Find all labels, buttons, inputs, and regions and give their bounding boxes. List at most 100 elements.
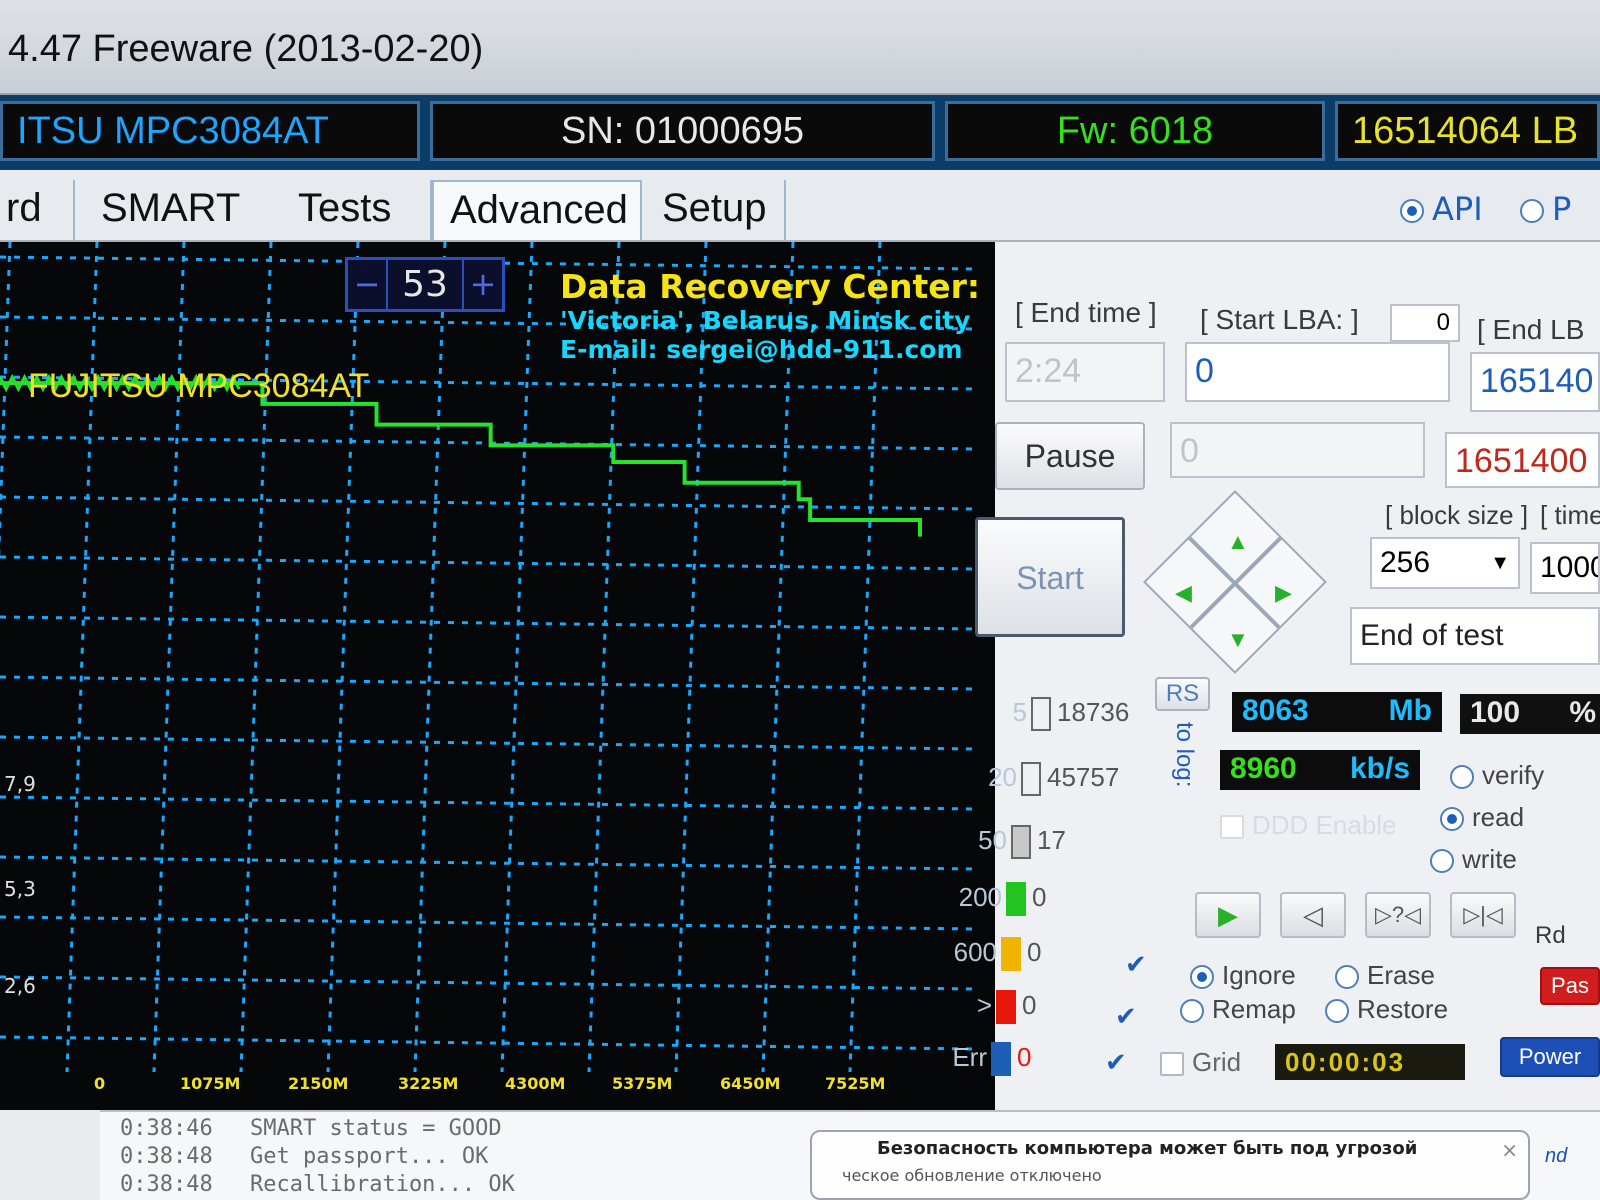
butterfly-button[interactable]: ▷|◁ (1450, 892, 1516, 938)
start-lba-label: [ Start LBA: ] (1200, 304, 1359, 335)
pio-radio[interactable]: P (1520, 190, 1571, 228)
counter-swatch (991, 1042, 1011, 1077)
log-check-err[interactable]: ✔ (1105, 1049, 1129, 1075)
read-radio-dot (1440, 807, 1464, 832)
tab-standard[interactable]: rd (0, 180, 75, 240)
api-label: API (1432, 190, 1483, 228)
reverse-icon: ◁ (1303, 900, 1323, 930)
ddd-enable-checkbox[interactable]: DDD Enable (1220, 810, 1397, 841)
counter-value: 45757 (1047, 762, 1120, 792)
security-notification[interactable]: Безопасность компьютера может быть под у… (810, 1130, 1530, 1200)
spin-minus-button[interactable]: − (348, 260, 388, 309)
speed-graph: − 53 + FUJITSU MPC3084AT Data Recovery C… (0, 242, 995, 1110)
tab-advanced[interactable]: Advanced (432, 180, 642, 240)
x-tick-label: 2150M (288, 1074, 349, 1093)
grid-label: Grid (1192, 1047, 1242, 1077)
grid-line (0, 615, 976, 631)
grid-line (413, 242, 447, 1073)
counter-50ms: 50 17 (945, 825, 1066, 860)
grid-line (0, 795, 976, 811)
ignore-radio[interactable]: Ignore (1190, 960, 1296, 991)
counter-5ms: 5 18736 (965, 697, 1129, 732)
end-lba-label: [ End LB (1477, 314, 1585, 345)
counter-threshold: 200 (958, 882, 1002, 912)
log-check-over[interactable]: ✔ (1115, 1003, 1139, 1029)
grid-line (848, 242, 882, 1073)
start-lba-small-field[interactable]: 0 (1390, 304, 1460, 342)
pause-button[interactable]: Pause (995, 422, 1145, 490)
tab-tests[interactable]: Tests (282, 180, 432, 240)
grid-line (0, 555, 976, 571)
pio-label: P (1552, 190, 1572, 228)
drc-line-2: E-mail: sergei@hdd-911.com (560, 335, 963, 364)
ddd-checkbox-box (1220, 815, 1244, 840)
mb-unit: Mb (1388, 694, 1432, 727)
random-icon: ▷?◁ (1374, 902, 1422, 927)
log-time: 0:38:48 (120, 1172, 213, 1197)
drc-heading: Data Recovery Center: (560, 267, 981, 306)
write-label: write (1462, 844, 1517, 874)
remap-radio-dot (1180, 999, 1204, 1024)
arrow-left-icon[interactable]: ◀ (1175, 580, 1192, 606)
scale-spinner[interactable]: − 53 + (345, 257, 505, 312)
verify-radio[interactable]: verify (1450, 760, 1544, 791)
api-radio[interactable]: API (1400, 190, 1483, 228)
arrow-up-icon[interactable]: ▲ (1227, 529, 1249, 555)
random-button[interactable]: ▷?◁ (1365, 892, 1431, 938)
write-radio[interactable]: write (1430, 844, 1517, 875)
play-icon: ▶ (1218, 900, 1238, 930)
erase-radio[interactable]: Erase (1335, 960, 1435, 991)
reverse-button[interactable]: ◁ (1280, 892, 1346, 938)
ignore-label: Ignore (1222, 960, 1296, 990)
grid-line (0, 675, 976, 691)
grid-line (500, 242, 534, 1073)
write-radio-dot (1430, 849, 1454, 874)
restore-radio[interactable]: Restore (1325, 994, 1448, 1025)
log-message: SMART status = GOOD (250, 1116, 502, 1141)
speed-unit: kb/s (1349, 752, 1410, 785)
end-time-field[interactable]: 2:24 (1005, 342, 1165, 402)
grid-line (0, 975, 976, 991)
close-icon[interactable]: × (1501, 1138, 1518, 1162)
window-title: 4.47 Freeware (2013-02-20) (8, 28, 484, 70)
counter-swatch (996, 990, 1016, 1025)
end-lba-field[interactable]: 165140 (1470, 352, 1600, 412)
test-control-panel: [ End time ] 2:24 [ Start LBA: ] 0 0 [ E… (952, 242, 1600, 1110)
passport-button[interactable]: Pas (1540, 967, 1600, 1005)
power-button[interactable]: Power (1500, 1037, 1600, 1077)
remap-label: Remap (1212, 994, 1296, 1024)
log-time: 0:38:46 (120, 1116, 213, 1141)
tab-smart[interactable]: SMART (85, 180, 260, 240)
title-bar: 4.47 Freeware (2013-02-20) (0, 0, 1600, 95)
verify-label: verify (1482, 760, 1545, 790)
pio-radio-dot (1520, 199, 1544, 223)
arrow-right-icon[interactable]: ▶ (1275, 580, 1292, 606)
grid-checkbox-box (1160, 1052, 1184, 1077)
tab-setup[interactable]: Setup (646, 180, 786, 240)
grid-line (587, 242, 621, 1073)
read-label: read (1472, 802, 1525, 832)
x-tick-label: 0 (94, 1074, 106, 1093)
block-size-select[interactable]: 256 ▼ (1370, 537, 1520, 589)
chevron-down-icon: ▼ (1490, 552, 1510, 574)
spin-plus-button[interactable]: + (462, 260, 502, 309)
read-radio[interactable]: read (1440, 802, 1524, 833)
x-tick-label: 5375M (612, 1074, 673, 1093)
remap-radio[interactable]: Remap (1180, 994, 1296, 1025)
erase-label: Erase (1367, 960, 1435, 990)
timeout-field[interactable]: 1000 (1530, 542, 1600, 594)
arrow-down-icon[interactable]: ▼ (1227, 627, 1249, 653)
y-tick-label: 5,3 (4, 877, 36, 901)
drive-model: ITSU MPC3084AT (0, 101, 420, 161)
counter-threshold: 5 (1012, 697, 1027, 727)
log-check-600[interactable]: ✔ (1125, 951, 1149, 977)
counter-over: >0 (930, 990, 1036, 1025)
start-lba-field[interactable]: 0 (1185, 342, 1450, 402)
block-size-label: [ block size ] (1385, 500, 1529, 530)
grid-checkbox[interactable]: Grid (1160, 1047, 1241, 1078)
start-button[interactable]: Start (975, 517, 1125, 637)
play-button[interactable]: ▶ (1195, 892, 1261, 938)
counter-200ms: 200 0 (940, 882, 1046, 917)
rs-button[interactable]: RS (1155, 677, 1210, 711)
counter-swatch (1031, 697, 1051, 732)
